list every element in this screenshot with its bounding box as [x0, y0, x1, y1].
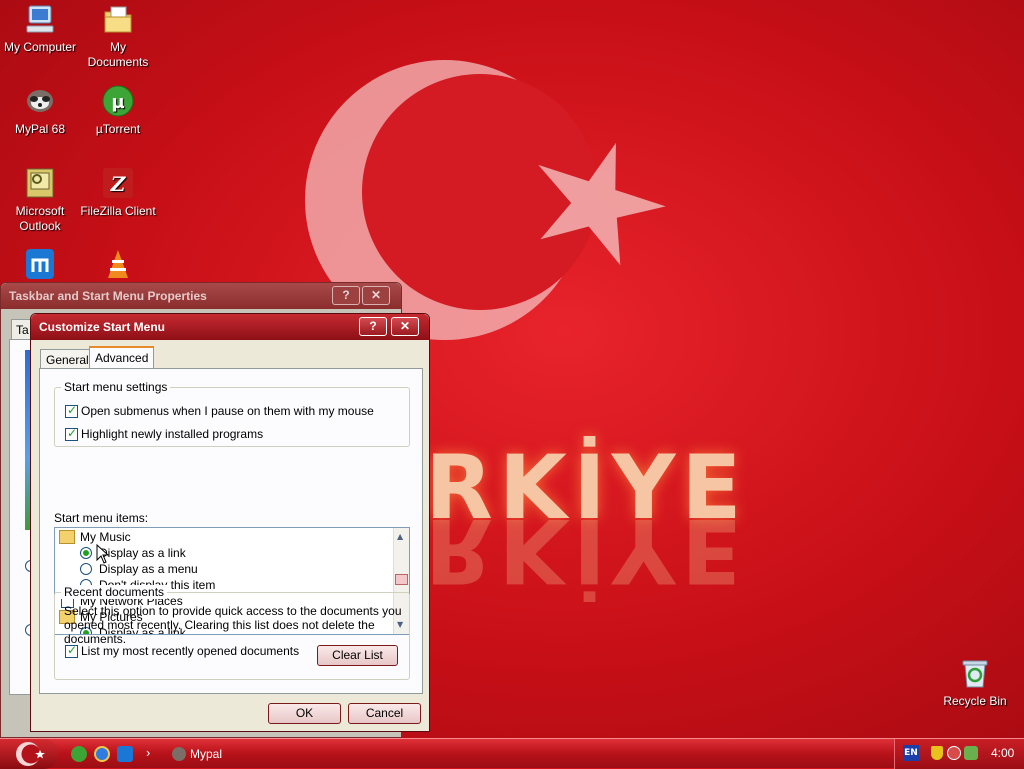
window-title: Taskbar and Start Menu Properties [9, 289, 207, 303]
mouse-cursor-icon [96, 544, 110, 564]
outlook-desktop-icon[interactable]: Microsoft Outlook [0, 166, 80, 234]
close-button[interactable]: ✕ [391, 317, 419, 336]
recent-documents-description: Select this option to provide quick acce… [64, 604, 402, 646]
tab-general[interactable]: General [40, 349, 95, 370]
maxthon-desktop-icon[interactable] [0, 248, 80, 286]
system-tray: EN 4:00 [894, 739, 1024, 769]
help-button[interactable]: ? [359, 317, 387, 336]
start-menu-items-label: Start menu items: [54, 511, 149, 525]
filezilla-desktop-icon[interactable]: Z FileZilla Client [78, 166, 158, 219]
my-computer-desktop-icon[interactable]: My Computer [0, 2, 80, 55]
wallpaper-text-reflection: RKİYE [425, 499, 748, 602]
open-submenus-checkbox[interactable] [65, 403, 78, 418]
internet-explorer-quicklaunch-icon[interactable] [94, 746, 110, 762]
language-indicator[interactable]: EN [903, 745, 919, 761]
close-button[interactable]: ✕ [362, 286, 390, 305]
scroll-up-icon[interactable]: ▲ [397, 532, 403, 541]
taskbar-task-mypal[interactable]: Mypal [168, 741, 308, 767]
svg-text:µ: µ [111, 92, 124, 113]
list-recent-documents-label: List my most recently opened documents [81, 644, 300, 658]
clock[interactable]: 4:00 [991, 746, 1014, 760]
advanced-tab-panel: Start menu settings Open submenus when I… [39, 368, 423, 694]
customize-start-menu-dialog: Customize Start Menu ? ✕ General Advance… [30, 313, 430, 732]
start-button[interactable] [0, 739, 58, 769]
desktop-icon-label: MyPal 68 [14, 122, 66, 136]
group-title: Recent documents [61, 585, 168, 599]
desktop-icon-label: FileZilla Client [80, 204, 156, 218]
list-recent-documents-checkbox[interactable] [65, 643, 78, 658]
utorrent-quicklaunch-icon[interactable] [71, 746, 87, 762]
filezilla-icon: Z [101, 166, 135, 200]
crescent-star-start-icon [16, 742, 45, 766]
svg-text:Z: Z [110, 172, 127, 196]
my-documents-desktop-icon[interactable]: My Documents [78, 2, 158, 70]
security-shield-icon[interactable] [931, 746, 943, 760]
start-menu-settings-group: Start menu settings Open submenus when I… [54, 380, 410, 447]
antivirus-icon[interactable] [947, 746, 961, 760]
quicklaunch-chevron-icon[interactable]: › [146, 745, 150, 760]
vlc-cone-icon [101, 248, 135, 282]
recent-documents-group: Recent documents Select this option to p… [54, 585, 410, 680]
highlight-programs-checkbox[interactable] [65, 426, 78, 441]
vlc-desktop-icon[interactable] [78, 248, 158, 286]
cancel-button[interactable]: Cancel [348, 703, 421, 724]
scroll-thumb[interactable] [395, 574, 408, 585]
title-bar[interactable]: Customize Start Menu ? ✕ [31, 314, 429, 340]
my-music-link-radio[interactable] [80, 547, 92, 559]
list-item[interactable]: My Music [80, 530, 131, 544]
open-submenus-label: Open submenus when I pause on them with … [81, 404, 374, 418]
network-icon[interactable] [964, 746, 978, 760]
taskbar: › Mypal EN 4:00 [0, 738, 1024, 769]
mypal-desktop-icon[interactable]: MyPal 68 [0, 84, 80, 137]
desktop-icon-label: My Computer [3, 40, 77, 54]
list-item: Display as a link [99, 546, 186, 560]
desktop-icon-label: Recycle Bin [943, 694, 1007, 708]
tab-advanced[interactable]: Advanced [89, 346, 155, 370]
outlook-icon [23, 166, 57, 200]
utorrent-icon: µ [101, 84, 135, 118]
ok-button[interactable]: OK [268, 703, 341, 724]
group-title: Start menu settings [61, 380, 171, 394]
title-bar[interactable]: Taskbar and Start Menu Properties ? ✕ [1, 283, 401, 309]
help-button[interactable]: ? [332, 286, 360, 305]
highlight-programs-label: Highlight newly installed programs [81, 427, 264, 441]
my-music-menu-radio[interactable] [80, 563, 92, 575]
desktop-icon-label: µTorrent [95, 122, 141, 136]
dialog-title: Customize Start Menu [39, 320, 166, 334]
recycle-bin-icon [958, 656, 992, 690]
list-item: Display as a menu [99, 562, 198, 576]
utorrent-desktop-icon[interactable]: µ µTorrent [78, 84, 158, 137]
folder-icon [59, 530, 75, 544]
desktop-icon-label: Microsoft Outlook [15, 204, 65, 233]
desktop-icon-label: My Documents [87, 40, 149, 69]
computer-icon [23, 2, 57, 36]
clear-list-button[interactable]: Clear List [317, 645, 398, 666]
documents-folder-icon [101, 2, 135, 36]
mypal-raccoon-icon [172, 747, 186, 761]
recycle-bin-desktop-icon[interactable]: Recycle Bin [935, 656, 1015, 709]
mypal-raccoon-icon [23, 84, 57, 118]
task-label: Mypal [190, 747, 223, 761]
maxthon-quicklaunch-icon[interactable] [117, 746, 133, 762]
maxthon-icon [23, 248, 57, 282]
